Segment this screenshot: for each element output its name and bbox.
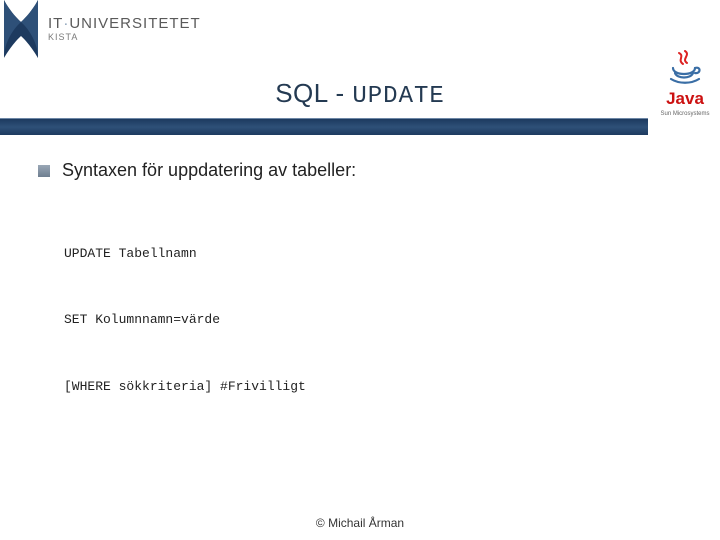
title-prefix: SQL - (275, 78, 352, 108)
code-line: UPDATE Tabellnamn (64, 243, 658, 265)
title-divider (0, 118, 648, 135)
code-block: UPDATE Tabellnamn SET Kolumnnamn=värde [… (64, 199, 658, 442)
slide: IT·UNIVERSITETET KISTA Java Sun Microsys… (0, 0, 720, 540)
code-line: [WHERE sökkriteria] #Frivilligt (64, 376, 658, 398)
square-bullet-icon (38, 165, 50, 177)
title-keyword: UPDATE (352, 83, 444, 110)
itu-logo-text: IT·UNIVERSITETET KISTA (48, 16, 201, 42)
itu-logo-line2: KISTA (48, 33, 201, 42)
itu-logo-it: IT (48, 15, 63, 32)
bullet-text: Syntaxen för uppdatering av tabeller: (62, 160, 356, 181)
footer-credit: © Michail Årman (0, 516, 720, 530)
java-subtext: Sun Microsystems (656, 111, 714, 117)
itu-logo-mark (0, 0, 42, 58)
code-line: SET Kolumnnamn=värde (64, 309, 658, 331)
slide-title: SQL - UPDATE (0, 78, 720, 110)
bullet-item: Syntaxen för uppdatering av tabeller: (38, 160, 658, 181)
itu-logo-line1: IT·UNIVERSITETET (48, 16, 201, 31)
slide-body: Syntaxen för uppdatering av tabeller: UP… (38, 160, 658, 442)
ribbon-cross-icon (0, 0, 42, 58)
itu-logo-univ: UNIVERSITETET (69, 15, 200, 32)
itu-logo: IT·UNIVERSITETET KISTA (0, 0, 201, 58)
